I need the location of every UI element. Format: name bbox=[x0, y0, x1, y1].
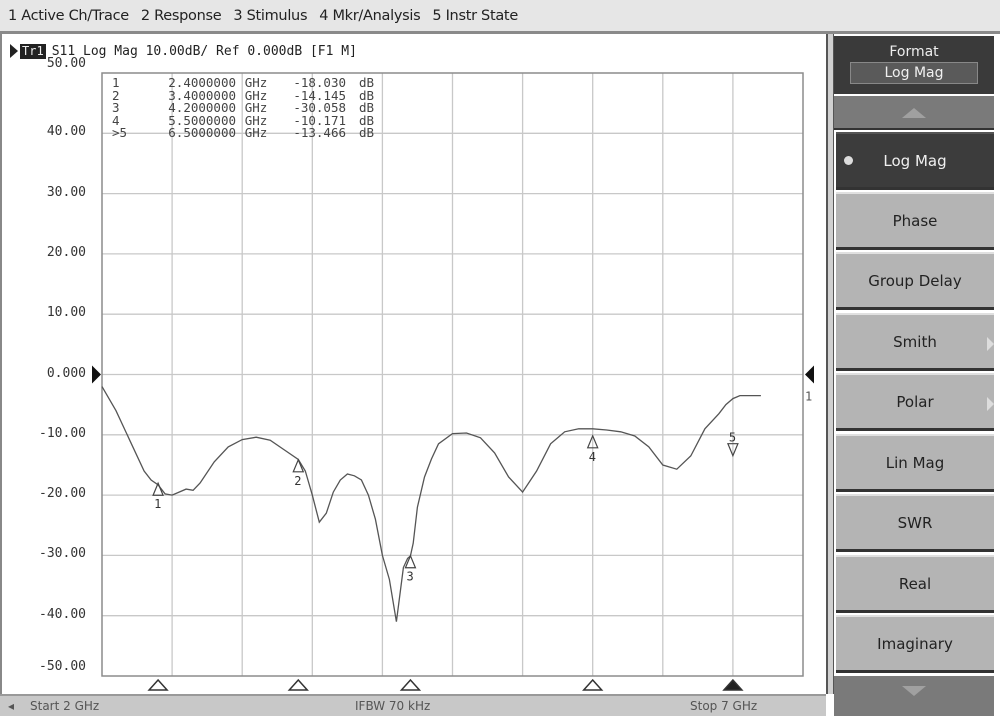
softkey-lin-mag[interactable]: Lin Mag bbox=[836, 434, 994, 492]
chevron-down-icon bbox=[902, 686, 926, 696]
marker-position-indicator-icon bbox=[399, 678, 422, 691]
selected-radio-icon bbox=[844, 156, 853, 165]
softkey-real[interactable]: Real bbox=[836, 555, 994, 613]
softkey-imaginary[interactable]: Imaginary bbox=[836, 615, 994, 673]
if-bandwidth[interactable]: IFBW 70 kHz bbox=[355, 699, 430, 713]
softkey-scroll-up-button[interactable] bbox=[834, 96, 994, 130]
marker-row: >5 6.5000000 GHz -13.466 dB bbox=[112, 125, 374, 140]
softkey-group-delay[interactable]: Group Delay bbox=[836, 252, 994, 310]
softkey-smith[interactable]: Smith bbox=[836, 313, 994, 371]
marker-label: 4 bbox=[589, 450, 596, 464]
s11-trace-line bbox=[101, 386, 761, 622]
marker-label: 5 bbox=[729, 431, 736, 445]
softkey-title: Format Log Mag bbox=[834, 36, 994, 94]
marker-label: 2 bbox=[294, 474, 301, 488]
softkey-scroll-down-button[interactable] bbox=[834, 676, 994, 716]
reference-right-arrow-icon bbox=[805, 365, 814, 384]
softkey-log-mag[interactable]: Log Mag bbox=[836, 132, 994, 190]
marker-triangle-up-icon bbox=[404, 554, 417, 569]
submenu-arrow-icon bbox=[987, 397, 994, 411]
trace-number-label: 1 bbox=[805, 390, 812, 404]
reference-left-arrow-icon bbox=[92, 365, 101, 384]
start-frequency[interactable]: Start 2 GHz bbox=[30, 699, 99, 713]
marker-position-indicator-icon bbox=[582, 678, 604, 691]
marker-1: 1 bbox=[152, 481, 164, 511]
softkey-swr[interactable]: SWR bbox=[836, 494, 994, 552]
marker-position-indicator-icon bbox=[722, 678, 744, 691]
status-bar: ◂ Start 2 GHz IFBW 70 kHz Stop 7 GHz bbox=[0, 694, 826, 716]
softkey-polar[interactable]: Polar bbox=[836, 373, 994, 431]
grid bbox=[102, 73, 803, 676]
marker-position-indicator-icon bbox=[287, 678, 309, 691]
softkey-rail bbox=[826, 34, 834, 694]
marker-label: 3 bbox=[406, 570, 413, 584]
marker-table: 1 2.4000000 GHz -18.030 dB 2 3.4000000 GHz -14.… bbox=[112, 76, 374, 140]
chevron-up-icon bbox=[902, 108, 926, 118]
softkey-menu-title: Format bbox=[889, 44, 939, 60]
submenu-arrow-icon bbox=[987, 337, 994, 351]
marker-label: 1 bbox=[154, 497, 161, 511]
marker-position-indicator-icon bbox=[147, 678, 169, 691]
softkey-current-format: Log Mag bbox=[850, 62, 978, 84]
markers: 1 2 3 4 5 bbox=[147, 431, 744, 691]
softkey-phase[interactable]: Phase bbox=[836, 192, 994, 250]
stop-frequency[interactable]: Stop 7 GHz bbox=[690, 699, 757, 713]
scroll-left-icon[interactable]: ◂ bbox=[8, 699, 14, 713]
